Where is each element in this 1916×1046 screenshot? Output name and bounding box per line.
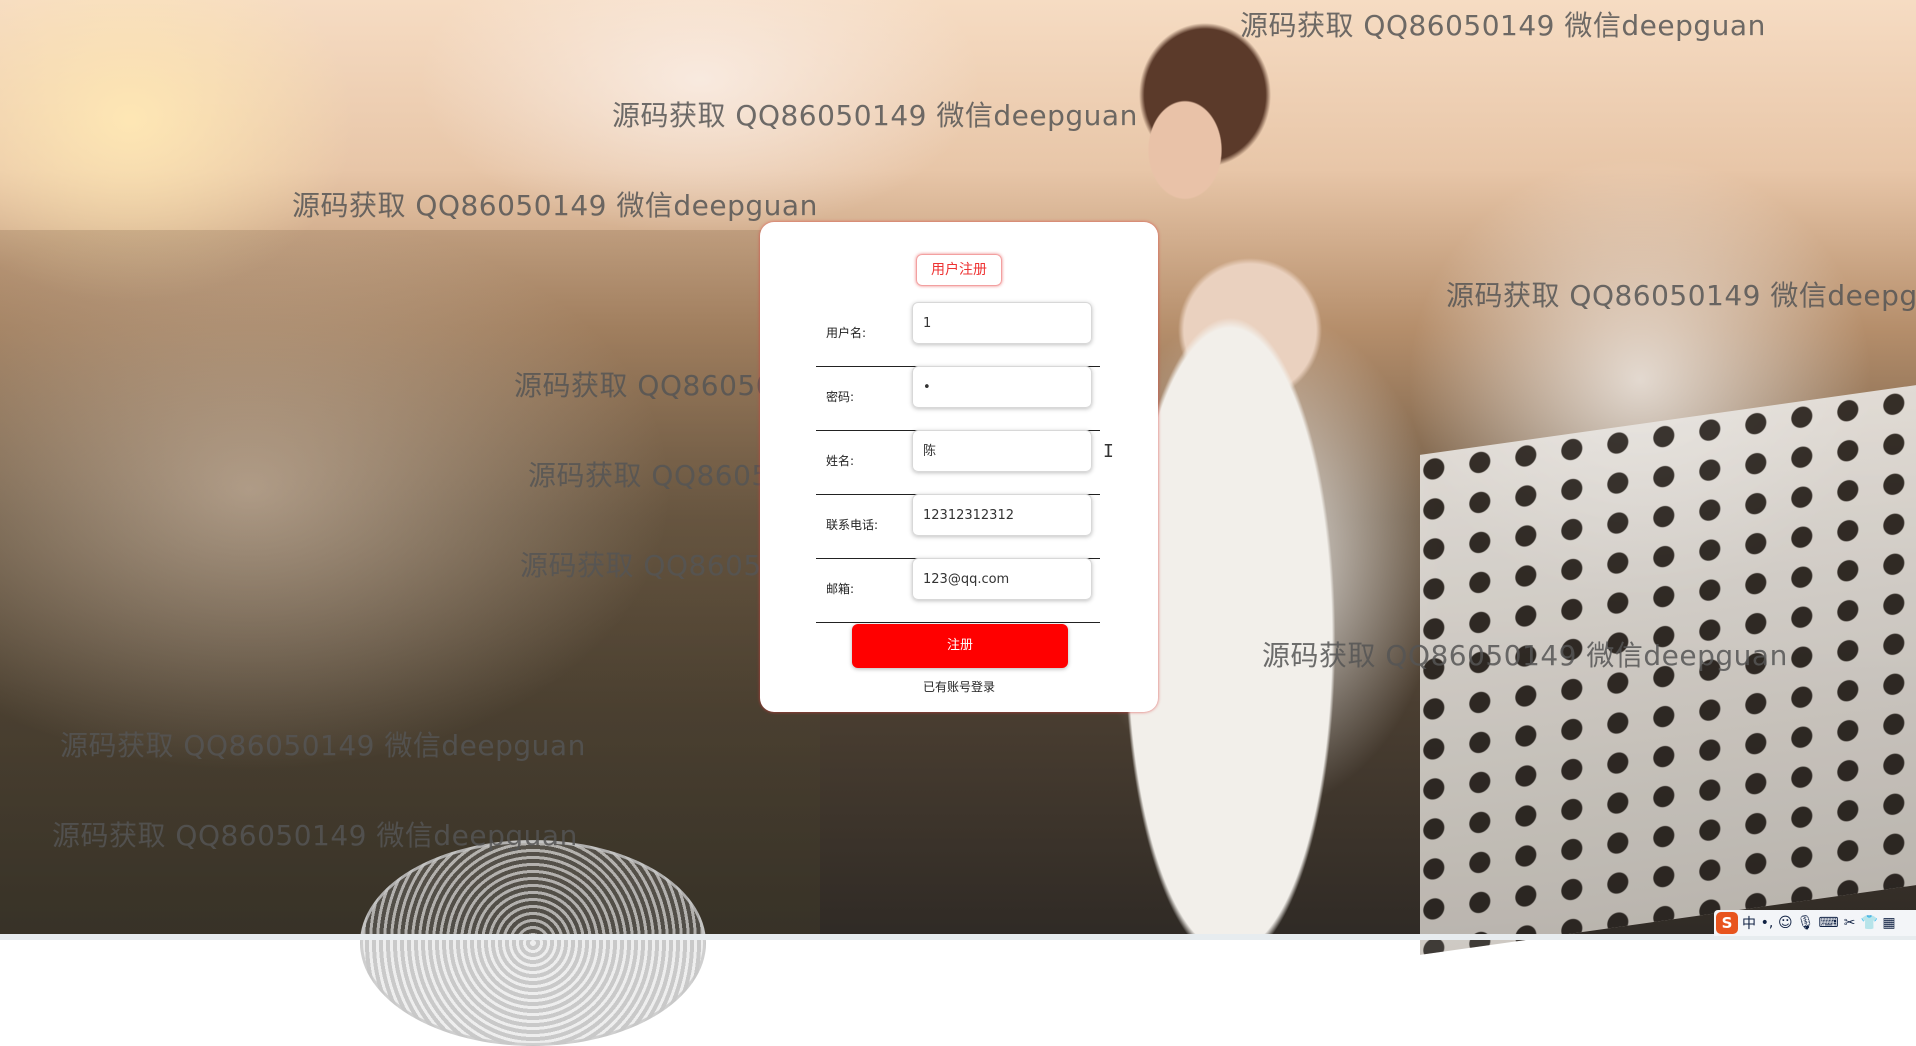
tools-icon[interactable]: ✂ (1843, 915, 1857, 931)
form-row-password: 密码: • (816, 366, 1100, 431)
mic-icon[interactable]: 🎙 (1797, 915, 1815, 931)
form-row-email: 邮箱: 123@qq.com (816, 558, 1100, 623)
login-link[interactable]: 已有账号登录 (760, 678, 1158, 695)
email-input[interactable]: 123@qq.com (912, 558, 1092, 600)
emoji-icon[interactable]: ☺ (1778, 915, 1793, 931)
watermark: 源码获取 QQ86050149 微信deepguan (1262, 639, 1788, 672)
watermark: 源码获取 QQ86050149 微信deepguan (52, 819, 578, 852)
taskbar-strip (0, 934, 1916, 940)
sogou-icon[interactable]: S (1716, 912, 1738, 934)
skin-icon[interactable]: 👕 (1861, 915, 1878, 931)
name-label: 姓名: (826, 454, 855, 468)
register-button[interactable]: 注册 (852, 624, 1068, 668)
punctuation-icon[interactable]: •, (1760, 915, 1774, 931)
background-fan (360, 840, 706, 1046)
watermark: 源码获取 QQ86050149 微信deepguan (612, 99, 1138, 132)
password-input[interactable]: • (912, 366, 1092, 408)
username-label: 用户名: (826, 326, 867, 340)
ime-toolbar: S 中 •, ☺ 🎙 ⌨ ✂ 👕 ▦ (1714, 910, 1916, 936)
name-input[interactable]: 陈 I (912, 430, 1114, 472)
username-input[interactable]: 1 (912, 302, 1092, 344)
email-label: 邮箱: (826, 582, 855, 596)
phone-input[interactable]: 12312312312 (912, 494, 1092, 536)
form-row-phone: 联系电话: 12312312312 (816, 494, 1100, 559)
text-cursor-icon: I (1103, 441, 1114, 462)
phone-label: 联系电话: (826, 518, 879, 532)
keyboard-icon[interactable]: ⌨ (1818, 915, 1838, 931)
register-card: 用户注册 用户名: 1 密码: • 姓名: 陈 I 联系电话: 12312312… (760, 222, 1158, 712)
register-title: 用户注册 (916, 254, 1002, 286)
watermark: 源码获取 QQ86050149 微信deepguan (1240, 9, 1766, 42)
ime-mode-toggle[interactable]: 中 (1742, 913, 1756, 933)
password-label: 密码: (826, 390, 855, 404)
watermark: 源码获取 QQ86050149 微信deepguan (292, 189, 818, 222)
menu-icon[interactable]: ▦ (1882, 915, 1896, 931)
form-row-username: 用户名: 1 (816, 302, 1100, 367)
watermark: 源码获取 QQ86050149 微信deepguan (60, 729, 586, 762)
form-row-name: 姓名: 陈 I (816, 430, 1114, 495)
watermark: 源码获取 QQ86050149 微信deepguan (1446, 279, 1916, 312)
name-value: 陈 (923, 444, 937, 459)
